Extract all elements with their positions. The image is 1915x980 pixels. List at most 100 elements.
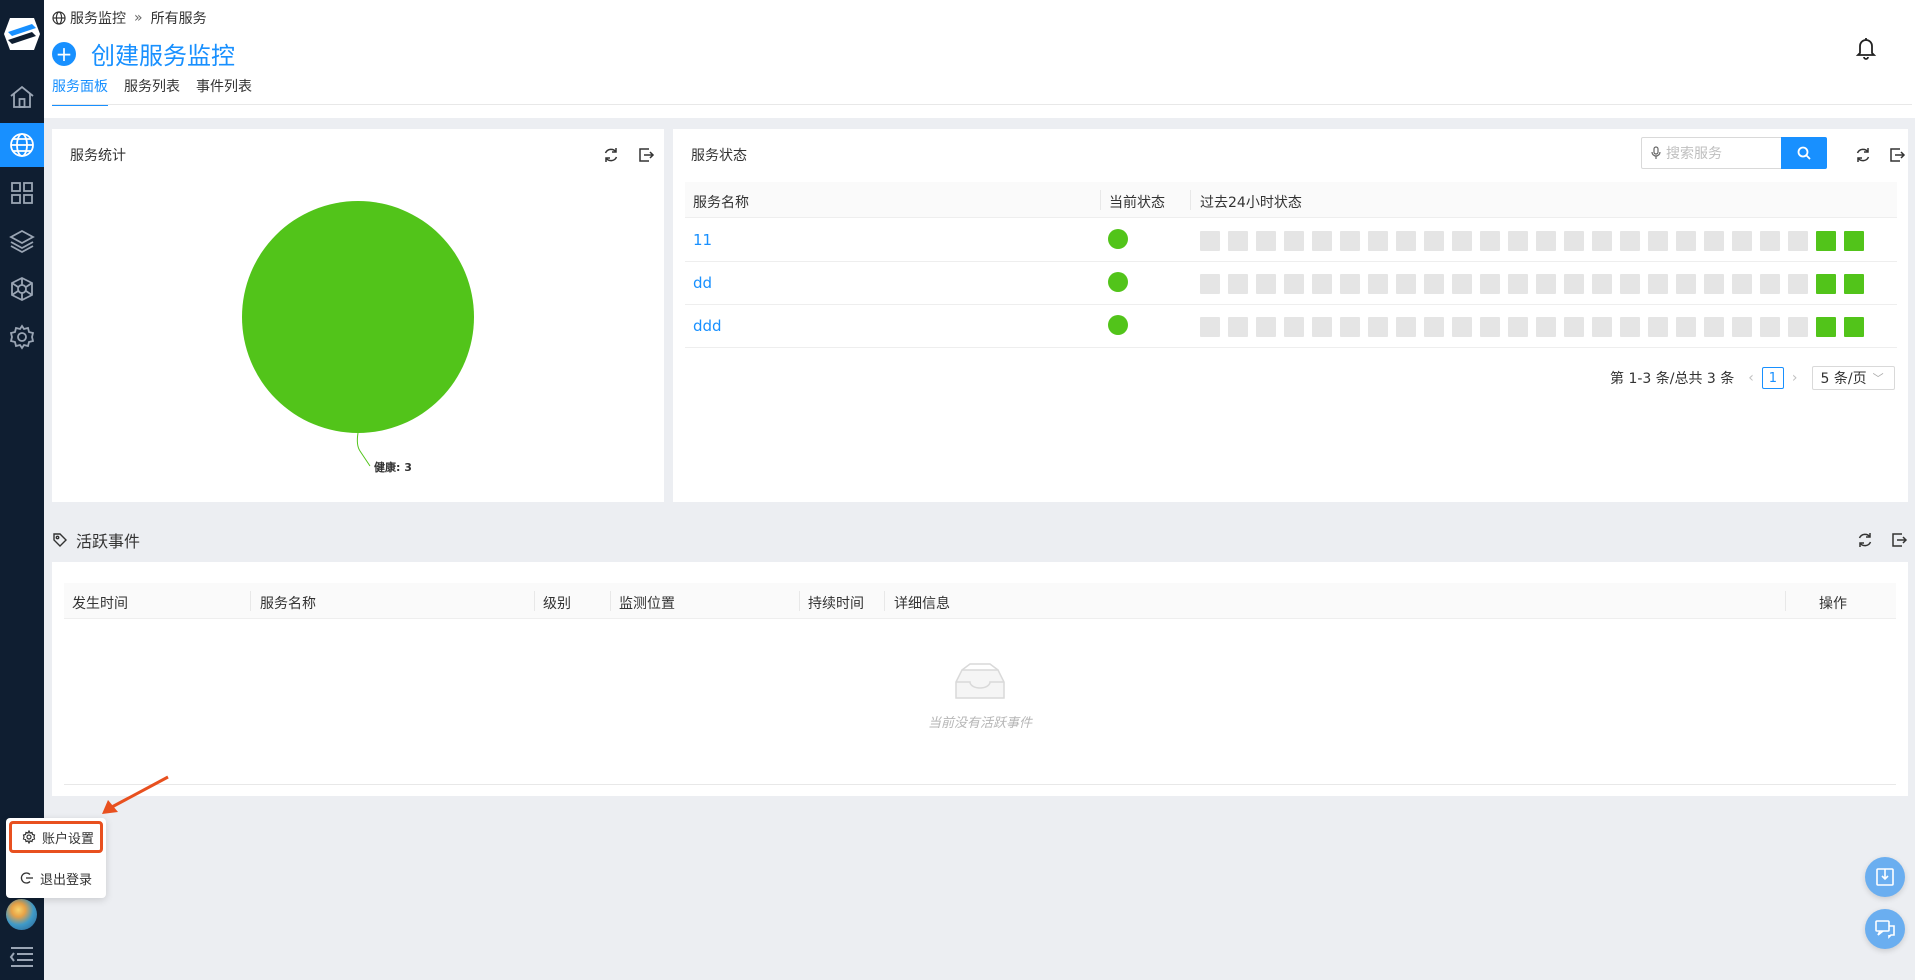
history-bar-healthy[interactable] <box>1816 231 1836 251</box>
history-bar-nodata[interactable] <box>1368 317 1388 337</box>
history-bar-nodata[interactable] <box>1648 317 1668 337</box>
history-bar-nodata[interactable] <box>1760 231 1780 251</box>
history-bar-nodata[interactable] <box>1564 317 1584 337</box>
history-bar-nodata[interactable] <box>1284 317 1304 337</box>
tab-service-panel[interactable]: 服务面板 <box>52 76 108 106</box>
docs-button[interactable] <box>1865 857 1905 897</box>
history-bar-nodata[interactable] <box>1564 231 1584 251</box>
history-bar-nodata[interactable] <box>1256 274 1276 294</box>
history-bar-nodata[interactable] <box>1508 231 1528 251</box>
history-bar-nodata[interactable] <box>1732 317 1752 337</box>
history-bar-nodata[interactable] <box>1592 231 1612 251</box>
logout-menu-item[interactable]: 退出登录 <box>10 862 106 894</box>
history-bar-healthy[interactable] <box>1816 274 1836 294</box>
sidebar-item-k8s[interactable] <box>0 267 44 311</box>
bell-icon[interactable] <box>1855 36 1877 60</box>
breadcrumb-current[interactable]: 所有服务 <box>151 8 207 28</box>
history-bar-nodata[interactable] <box>1732 231 1752 251</box>
sidebar-item-service-monitor[interactable] <box>0 123 44 167</box>
column-level[interactable]: 级别 <box>543 593 571 613</box>
history-bar-nodata[interactable] <box>1200 274 1220 294</box>
history-bar-nodata[interactable] <box>1396 231 1416 251</box>
history-bar-nodata[interactable] <box>1536 231 1556 251</box>
column-service-name[interactable]: 服务名称 <box>260 593 316 613</box>
history-bar-nodata[interactable] <box>1564 274 1584 294</box>
menu-toggle-icon[interactable] <box>6 940 38 972</box>
history-bar-nodata[interactable] <box>1368 231 1388 251</box>
sidebar-item-home[interactable] <box>0 75 44 119</box>
search-button[interactable] <box>1781 137 1827 169</box>
history-bar-nodata[interactable] <box>1788 274 1808 294</box>
history-bar-nodata[interactable] <box>1200 231 1220 251</box>
history-bar-nodata[interactable] <box>1368 274 1388 294</box>
history-bar-healthy[interactable] <box>1816 317 1836 337</box>
history-bar-nodata[interactable] <box>1424 231 1444 251</box>
pie-slice-healthy[interactable] <box>242 201 474 433</box>
history-bar-nodata[interactable] <box>1760 317 1780 337</box>
search-input[interactable]: 搜索服务 <box>1641 137 1782 169</box>
history-bar-nodata[interactable] <box>1676 317 1696 337</box>
history-bar-nodata[interactable] <box>1452 231 1472 251</box>
history-bar-nodata[interactable] <box>1340 231 1360 251</box>
logo[interactable] <box>2 14 42 54</box>
history-bar-nodata[interactable] <box>1312 274 1332 294</box>
export-icon[interactable] <box>1888 146 1906 164</box>
tab-event-list[interactable]: 事件列表 <box>196 76 252 106</box>
column-history-status[interactable]: 过去24小时状态 <box>1200 192 1302 212</box>
history-bar-nodata[interactable] <box>1396 317 1416 337</box>
avatar[interactable] <box>6 899 37 930</box>
history-bar-nodata[interactable] <box>1704 317 1724 337</box>
sidebar-item-layers[interactable] <box>0 219 44 263</box>
history-bar-healthy[interactable] <box>1844 231 1864 251</box>
history-bar-nodata[interactable] <box>1592 274 1612 294</box>
history-bar-nodata[interactable] <box>1424 274 1444 294</box>
chat-button[interactable] <box>1865 909 1905 949</box>
history-bar-nodata[interactable] <box>1396 274 1416 294</box>
page-title[interactable]: 创建服务监控 <box>91 36 235 71</box>
history-bar-nodata[interactable] <box>1648 231 1668 251</box>
history-bar-nodata[interactable] <box>1704 274 1724 294</box>
history-bar-nodata[interactable] <box>1704 231 1724 251</box>
account-settings-menu-item[interactable]: 账户设置 <box>9 821 103 853</box>
column-details[interactable]: 详细信息 <box>894 593 950 613</box>
history-bar-nodata[interactable] <box>1648 274 1668 294</box>
history-bar-nodata[interactable] <box>1340 274 1360 294</box>
breadcrumb-root[interactable]: 服务监控 <box>70 8 126 28</box>
history-bar-nodata[interactable] <box>1732 274 1752 294</box>
history-bar-nodata[interactable] <box>1340 317 1360 337</box>
history-bar-nodata[interactable] <box>1620 274 1640 294</box>
history-bar-nodata[interactable] <box>1256 231 1276 251</box>
column-occur-time[interactable]: 发生时间 <box>72 593 128 613</box>
page-size-select[interactable]: 5 条/页 ﹀ <box>1811 366 1895 390</box>
history-bar-nodata[interactable] <box>1312 231 1332 251</box>
history-bar-nodata[interactable] <box>1536 274 1556 294</box>
history-bar-nodata[interactable] <box>1284 231 1304 251</box>
history-bar-nodata[interactable] <box>1676 274 1696 294</box>
column-duration[interactable]: 持续时间 <box>808 593 864 613</box>
history-bar-nodata[interactable] <box>1312 317 1332 337</box>
page-number-1[interactable]: 1 <box>1761 367 1784 389</box>
history-bar-nodata[interactable] <box>1228 231 1248 251</box>
history-bar-nodata[interactable] <box>1536 317 1556 337</box>
tab-service-list[interactable]: 服务列表 <box>124 76 180 106</box>
refresh-icon[interactable] <box>1856 531 1874 549</box>
create-plus-icon[interactable]: + <box>52 41 76 66</box>
prev-page-icon[interactable]: ‹ <box>1748 370 1754 386</box>
history-bar-nodata[interactable] <box>1452 274 1472 294</box>
history-bar-nodata[interactable] <box>1620 317 1640 337</box>
service-name-link[interactable]: dd <box>693 274 712 292</box>
history-bar-nodata[interactable] <box>1508 274 1528 294</box>
history-bar-nodata[interactable] <box>1480 231 1500 251</box>
history-bar-nodata[interactable] <box>1228 274 1248 294</box>
history-bar-nodata[interactable] <box>1788 231 1808 251</box>
history-bar-nodata[interactable] <box>1620 231 1640 251</box>
column-monitor-location[interactable]: 监测位置 <box>619 593 675 613</box>
service-name-link[interactable]: ddd <box>693 317 722 335</box>
export-icon[interactable] <box>1890 531 1908 549</box>
sidebar-item-settings[interactable] <box>0 315 44 359</box>
history-bar-healthy[interactable] <box>1844 317 1864 337</box>
history-bar-nodata[interactable] <box>1480 317 1500 337</box>
history-bar-nodata[interactable] <box>1480 274 1500 294</box>
history-bar-nodata[interactable] <box>1592 317 1612 337</box>
history-bar-nodata[interactable] <box>1788 317 1808 337</box>
